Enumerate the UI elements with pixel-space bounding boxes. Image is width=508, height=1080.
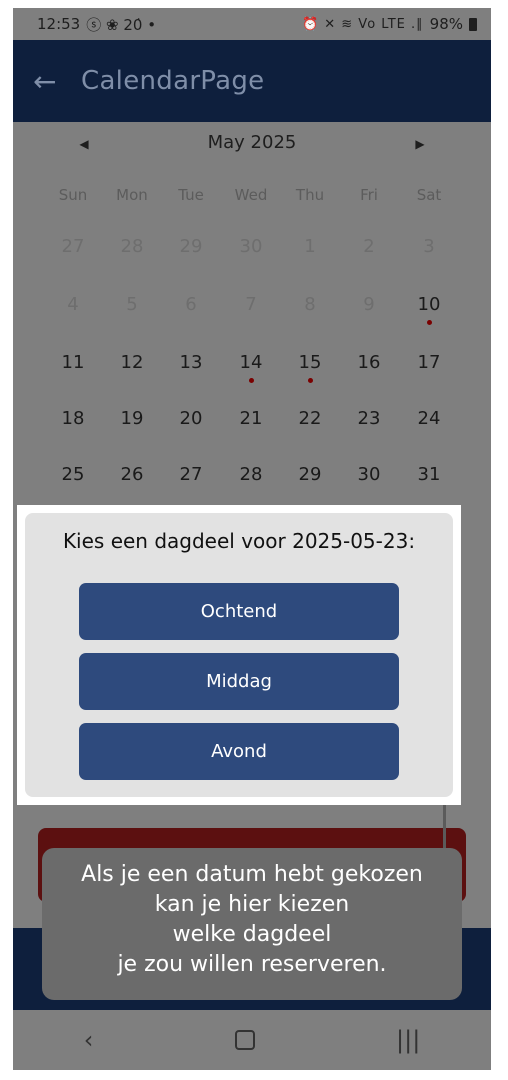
calendar-day[interactable]: 1 [290,236,330,257]
calendar-day[interactable]: 13 [171,352,211,373]
nav-home-icon[interactable] [234,1030,255,1050]
calendar-day[interactable]: 25 [53,464,93,485]
tutorial-tooltip: Als je een datum hebt gekozen kan je hie… [42,848,462,1000]
calendar-day[interactable]: 6 [171,294,211,315]
calendar-header: ◀ May 2025 ▶ [13,122,491,166]
tooltip-line: kan je hier kiezen [154,892,350,917]
weekday-label: Tue [178,186,204,204]
next-month-icon[interactable]: ▶ [408,132,432,156]
system-nav-bar: ‹ ||| [13,1010,491,1070]
nav-back-icon[interactable]: ‹ [84,1026,94,1054]
nav-recents-icon[interactable]: ||| [396,1026,420,1054]
calendar-day[interactable]: 29 [290,464,330,485]
calendar-day[interactable]: 3 [409,236,449,257]
calendar-day[interactable]: 10 [409,294,449,315]
calendar-day[interactable]: 12 [112,352,152,373]
calendar-day[interactable]: 20 [171,408,211,429]
event-dot-icon [308,378,313,383]
status-bar: 12:53 ⓢ ❀ 20̇ • ⏰ ✕ ≋ Vo LTE .∥ 98% [13,8,491,40]
status-time: 12:53 [37,15,81,33]
event-dot-icon [427,320,432,325]
calendar-day[interactable]: 27 [53,236,93,257]
dagdeel-dialog: Kies een dagdeel voor 2025-05-23: Ochten… [25,513,453,797]
calendar-day[interactable]: 30 [349,464,389,485]
calendar-day[interactable]: 17 [409,352,449,373]
option-middag-button[interactable]: Middag [79,653,399,710]
weekday-label: Wed [234,186,268,204]
highlight-frame: Kies een dagdeel voor 2025-05-23: Ochten… [17,505,461,805]
calendar-day[interactable]: 23 [349,408,389,429]
calendar-day[interactable]: 26 [112,464,152,485]
weekday-label: Sat [416,186,442,204]
calendar-day[interactable]: 28 [231,464,271,485]
tooltip-line: je zou willen reserveren. [117,952,387,977]
weekday-label: Fri [360,186,378,204]
tooltip-line: Als je een datum hebt gekozen [81,862,423,887]
calendar-day[interactable]: 22 [290,408,330,429]
battery-percent: 98% [429,15,463,33]
dialog-prompt: Kies een dagdeel voor 2025-05-23: [62,529,416,553]
calendar-day[interactable]: 21 [231,408,271,429]
calendar-day[interactable]: 7 [231,294,271,315]
calendar-day[interactable]: 5 [112,294,152,315]
event-dot-icon [249,378,254,383]
calendar-day[interactable]: 18 [53,408,93,429]
tooltip-line: welke dagdeel [172,922,332,947]
weekday-label: Thu [295,186,325,204]
calendar-day[interactable]: 30 [231,236,271,257]
calendar-day[interactable]: 4 [53,294,93,315]
calendar-day[interactable]: 11 [53,352,93,373]
back-arrow-icon[interactable]: ← [33,65,67,98]
page-title: CalendarPage [81,66,265,96]
weekday-label: Sun [58,186,88,204]
app-bar: ← CalendarPage [13,40,491,122]
weekday-label: Mon [116,186,148,204]
calendar-day[interactable]: 28 [112,236,152,257]
calendar-day[interactable]: 16 [349,352,389,373]
calendar-day[interactable]: 29 [171,236,211,257]
calendar-day[interactable]: 8 [290,294,330,315]
calendar-day[interactable]: 2 [349,236,389,257]
calendar-day[interactable]: 31 [409,464,449,485]
option-avond-button[interactable]: Avond [79,723,399,780]
notification-icons: ⓢ ❀ 20̇ • [86,15,157,34]
calendar-day[interactable]: 9 [349,294,389,315]
calendar-day[interactable]: 24 [409,408,449,429]
battery-icon [469,17,477,31]
calendar-day[interactable]: 19 [112,408,152,429]
option-ochtend-button[interactable]: Ochtend [79,583,399,640]
calendar-day[interactable]: 14 [231,352,271,373]
calendar-day[interactable]: 27 [171,464,211,485]
signal-icons: ⏰ ✕ ≋ Vo LTE .∥ [301,16,424,32]
calendar-day[interactable]: 15 [290,352,330,373]
